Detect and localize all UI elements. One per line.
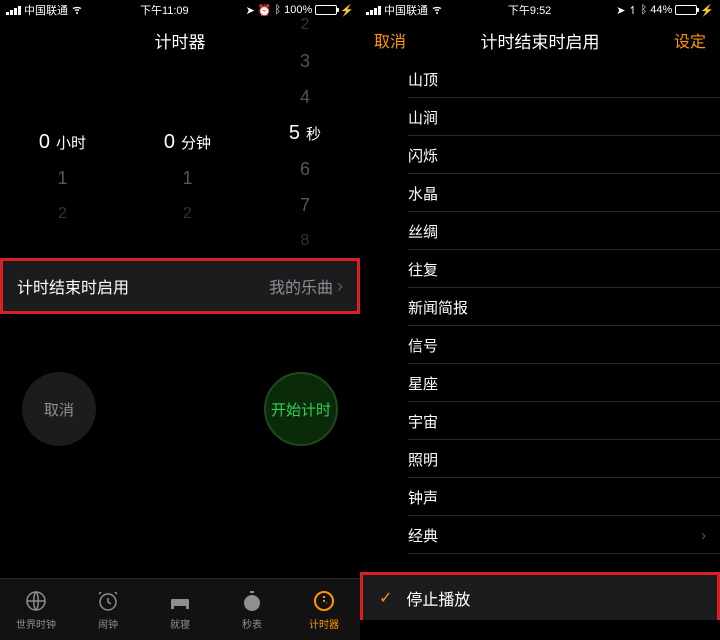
wifi-icon <box>431 3 443 18</box>
location-icon: ➤ <box>246 4 255 17</box>
carrier-label: 中国联通 <box>384 2 428 18</box>
start-button[interactable]: 开始计时 <box>264 372 338 446</box>
nav-up-icon: ↿ <box>628 4 637 17</box>
timer-screen: 中国联通 下午11:09 ➤ ⏰ ᛒ 100% ⚡ 计时器 0小时 1 2 0分… <box>0 0 360 640</box>
mins-column[interactable]: 0分钟 1 2 <box>164 88 211 232</box>
nav-header: 取消 计时结束时启用 设定 <box>360 20 720 60</box>
tab-bedtime[interactable]: 就寝 <box>144 579 216 640</box>
sound-item[interactable]: 水晶 <box>360 174 720 212</box>
status-time: 下午11:09 <box>140 2 189 18</box>
sound-item[interactable]: 宇宙 <box>360 402 720 440</box>
sound-item[interactable]: 闪烁 <box>360 136 720 174</box>
sound-item[interactable]: 山顶 <box>360 60 720 98</box>
carrier-label: 中国联通 <box>24 2 68 18</box>
battery-icon <box>675 5 697 15</box>
sound-picker-screen: 中国联通 下午9:52 ➤ ↿ ᛒ 44% ⚡ 取消 计时结束时启用 设定 山顶… <box>360 0 720 640</box>
alarm-icon <box>95 588 121 614</box>
sound-item[interactable]: 钟声 <box>360 478 720 516</box>
setting-value: 我的乐曲 <box>269 274 333 298</box>
hours-column[interactable]: 0小时 1 2 <box>39 88 86 232</box>
battery-pct: 44% <box>650 4 672 16</box>
tab-timer[interactable]: 计时器 <box>288 579 360 640</box>
tab-bar: 世界时钟 闹钟 就寝 秒表 计时器 <box>0 578 360 640</box>
timer-icon <box>311 588 337 614</box>
when-timer-ends-row[interactable]: 计时结束时启用 我的乐曲 › <box>3 261 357 311</box>
secs-column[interactable]: 2 3 4 5秒 6 7 8 <box>289 7 321 259</box>
time-picker[interactable]: 0小时 1 2 0分钟 1 2 2 3 4 5秒 6 7 8 <box>0 80 360 240</box>
sound-item[interactable]: 丝绸 <box>360 212 720 250</box>
charging-icon: ⚡ <box>340 4 354 17</box>
stop-playing-row[interactable]: ✓ 停止播放 <box>360 572 720 620</box>
tab-alarm[interactable]: 闹钟 <box>72 579 144 640</box>
checkmark-icon: ✓ <box>379 588 392 608</box>
cancel-button[interactable]: 取消 <box>22 372 96 446</box>
sound-item[interactable]: 往复 <box>360 250 720 288</box>
tab-stopwatch[interactable]: 秒表 <box>216 579 288 640</box>
bed-icon <box>167 588 193 614</box>
button-row: 取消 开始计时 <box>0 332 360 446</box>
when-timer-ends-highlight: 计时结束时启用 我的乐曲 › <box>0 258 360 314</box>
sound-item[interactable]: 山涧 <box>360 98 720 136</box>
sound-item[interactable]: 新闻简报 <box>360 288 720 326</box>
chevron-right-icon: › <box>337 276 343 297</box>
stop-playing-label: 停止播放 <box>406 586 470 610</box>
set-button[interactable]: 设定 <box>674 28 706 52</box>
globe-icon <box>23 588 49 614</box>
tab-world-clock[interactable]: 世界时钟 <box>0 579 72 640</box>
sound-item[interactable]: 信号 <box>360 326 720 364</box>
charging-icon: ⚡ <box>700 4 714 17</box>
cancel-button[interactable]: 取消 <box>374 28 406 52</box>
page-title: 计时结束时启用 <box>481 28 600 53</box>
bluetooth-icon: ᛒ <box>641 4 648 16</box>
sound-list[interactable]: 山顶山涧闪烁水晶丝绸往复新闻简报信号星座宇宙照明钟声经典› <box>360 60 720 554</box>
stopwatch-icon <box>239 588 265 614</box>
setting-label: 计时结束时启用 <box>17 274 129 298</box>
location-icon: ➤ <box>616 4 625 17</box>
signal-icon <box>6 6 21 15</box>
sound-item[interactable]: 照明 <box>360 440 720 478</box>
sound-item[interactable]: 经典› <box>360 516 720 554</box>
wifi-icon <box>71 3 83 18</box>
bluetooth-icon: ᛒ <box>275 4 282 16</box>
page-title: 计时器 <box>155 28 206 53</box>
sound-item[interactable]: 星座 <box>360 364 720 402</box>
status-time: 下午9:52 <box>508 2 551 18</box>
alarm-mini-icon: ⏰ <box>258 4 272 17</box>
signal-icon <box>366 6 381 15</box>
status-bar: 中国联通 下午9:52 ➤ ↿ ᛒ 44% ⚡ <box>360 0 720 20</box>
chevron-right-icon: › <box>701 527 706 544</box>
